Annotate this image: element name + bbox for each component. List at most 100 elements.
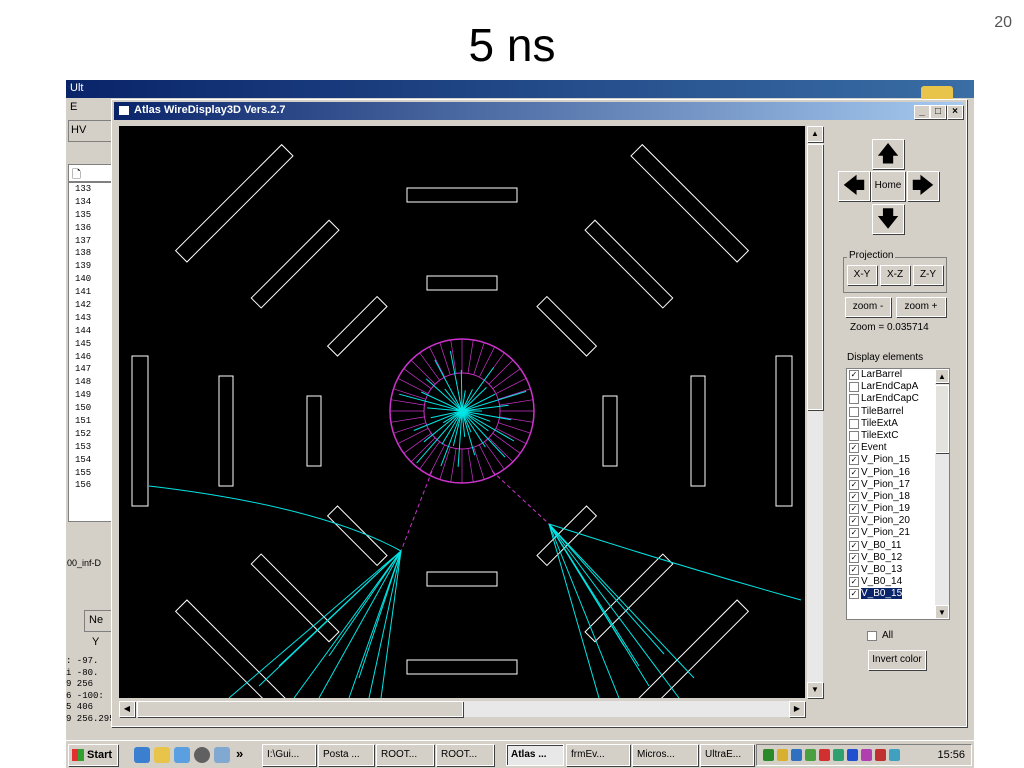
taskbar-task-button[interactable]: ROOT... — [436, 744, 494, 766]
maximize-button[interactable]: □ — [930, 105, 946, 119]
display-element-checkbox[interactable]: ✓ — [849, 516, 859, 527]
horizontal-scrollbar[interactable]: ◀ ▶ — [119, 701, 805, 717]
pan-up-arrow-icon[interactable]: 🡅 — [872, 139, 904, 169]
display-element-item[interactable]: ✓ V_Pion_18 — [847, 491, 949, 503]
display-element-item[interactable]: TileExtC — [847, 430, 949, 442]
projection-xy-button[interactable]: X-Y — [847, 265, 877, 285]
taskbar-task-button[interactable]: frmEv... — [566, 744, 630, 766]
vertical-scrollbar[interactable]: ▲ ▼ — [807, 126, 823, 698]
display-element-checkbox[interactable]: ✓ — [849, 443, 859, 454]
taskbar-task-button[interactable]: Atlas ... — [506, 744, 564, 766]
display-element-checkbox[interactable]: ✓ — [849, 491, 859, 502]
list-scroll-up-icon[interactable]: ▲ — [935, 369, 949, 383]
zoom-in-button[interactable]: zoom + — [896, 297, 946, 317]
media-icon[interactable] — [194, 747, 210, 763]
display-element-item[interactable]: TileExtA — [847, 418, 949, 430]
scroll-right-arrow-icon[interactable]: ▶ — [789, 701, 805, 717]
tray-network-icon[interactable] — [763, 749, 774, 761]
all-checkbox[interactable] — [867, 631, 877, 641]
display-elements-list[interactable]: ✓ LarBarrel LarEndCapA LarEndCapC TileBarrel… — [846, 368, 950, 620]
list-scrollbar[interactable]: ▲ ▼ — [935, 369, 949, 619]
horizontal-scroll-thumb[interactable] — [137, 701, 463, 717]
pan-down-arrow-icon[interactable]: 🡇 — [872, 204, 904, 234]
scroll-down-arrow-icon[interactable]: ▼ — [807, 682, 823, 698]
projection-xz-button[interactable]: X-Z — [880, 265, 910, 285]
background-app-menu[interactable]: E — [66, 100, 116, 116]
tray-app-icon[interactable] — [861, 749, 872, 761]
display-element-checkbox[interactable]: ✓ — [849, 455, 859, 466]
taskbar-task-button[interactable]: UltraE... — [700, 744, 754, 766]
display-element-checkbox[interactable]: ✓ — [849, 528, 859, 539]
close-button[interactable]: × — [947, 105, 963, 119]
tray-app-icon[interactable] — [791, 749, 802, 761]
folder-icon[interactable] — [154, 747, 170, 763]
taskbar-task-button[interactable]: I:\Gui... — [262, 744, 316, 766]
display-element-item[interactable]: ✓ Event — [847, 442, 949, 454]
display-element-checkbox[interactable] — [849, 430, 859, 441]
display-element-checkbox[interactable]: ✓ — [849, 552, 859, 563]
list-scroll-down-icon[interactable]: ▼ — [935, 605, 949, 619]
vertical-scroll-thumb[interactable] — [807, 144, 823, 410]
display-element-item[interactable]: ✓ V_Pion_15 — [847, 454, 949, 466]
document-icon[interactable]: 🗋 — [68, 164, 114, 182]
hv-button[interactable]: HV — [68, 120, 114, 142]
file-field: 00_inf-D — [67, 558, 102, 568]
tray-app-icon[interactable] — [805, 749, 816, 761]
taskbar-task-button[interactable]: Micros... — [632, 744, 698, 766]
scroll-left-arrow-icon[interactable]: ◀ — [119, 701, 135, 717]
taskbar-task-button[interactable]: ROOT... — [376, 744, 434, 766]
window-titlebar[interactable]: Atlas WireDisplay3D Vers.2.7 _ □ × — [114, 102, 964, 120]
invert-color-button[interactable]: Invert color — [868, 650, 926, 670]
display-element-item[interactable]: ✓ LarBarrel — [847, 369, 949, 381]
tray-app-icon[interactable] — [889, 749, 900, 761]
display-element-checkbox[interactable]: ✓ — [849, 565, 859, 575]
ie-icon[interactable] — [134, 747, 150, 763]
display-element-checkbox[interactable]: ✓ — [849, 577, 859, 588]
display-element-checkbox[interactable]: ✓ — [849, 504, 859, 515]
projection-zy-button[interactable]: Z-Y — [913, 265, 943, 285]
display-element-checkbox[interactable] — [849, 406, 859, 417]
list-scroll-thumb[interactable] — [935, 385, 949, 453]
tray-app-icon[interactable] — [819, 749, 830, 761]
start-button[interactable]: Start — [68, 744, 118, 766]
display-element-item[interactable]: ✓ V_Pion_19 — [847, 503, 949, 515]
more-icon[interactable]: » — [236, 746, 243, 761]
search-icon[interactable] — [214, 747, 230, 763]
tray-app-icon[interactable] — [875, 749, 886, 761]
outlook-icon[interactable] — [174, 747, 190, 763]
display-element-item[interactable]: ✓ V_B0_13 — [847, 564, 949, 576]
display-element-item[interactable]: LarEndCapC — [847, 393, 949, 405]
display-element-item[interactable]: TileBarrel — [847, 406, 949, 418]
scroll-up-arrow-icon[interactable]: ▲ — [807, 126, 823, 142]
display-element-item[interactable]: ✓ V_B0_11 — [847, 540, 949, 552]
display-element-item[interactable]: ✓ V_B0_15 — [847, 588, 949, 600]
display-element-item[interactable]: ✓ V_Pion_17 — [847, 479, 949, 491]
display-element-item[interactable]: ✓ V_Pion_16 — [847, 467, 949, 479]
display-element-checkbox[interactable] — [849, 418, 859, 429]
background-app-title[interactable]: Ult — [66, 80, 974, 98]
tray-app-icon[interactable] — [847, 749, 858, 761]
tray-speaker-icon[interactable] — [777, 749, 788, 761]
display-element-checkbox[interactable]: ✓ — [849, 479, 859, 490]
taskbar-task-button[interactable]: Posta ... — [318, 744, 374, 766]
pan-right-arrow-icon[interactable]: 🡆 — [907, 171, 939, 201]
display-element-item[interactable]: ✓ V_B0_14 — [847, 576, 949, 588]
display-element-checkbox[interactable]: ✓ — [849, 370, 859, 380]
tray-app-icon[interactable] — [833, 749, 844, 761]
display-element-checkbox[interactable]: ✓ — [849, 589, 859, 600]
display-element-item[interactable]: ✓ V_Pion_20 — [847, 515, 949, 527]
central-track — [434, 359, 463, 412]
display-element-item[interactable]: ✓ V_B0_12 — [847, 552, 949, 564]
display-element-checkbox[interactable] — [849, 382, 859, 393]
zoom-out-button[interactable]: zoom - — [845, 297, 891, 317]
display-element-item[interactable]: ✓ V_Pion_21 — [847, 527, 949, 539]
display-element-checkbox[interactable]: ✓ — [849, 540, 859, 551]
display-element-checkbox[interactable]: ✓ — [849, 467, 859, 478]
display-element-item[interactable]: LarEndCapA — [847, 381, 949, 393]
home-button[interactable]: Home — [871, 171, 905, 201]
pan-left-arrow-icon[interactable]: 🡄 — [838, 171, 870, 201]
display-element-checkbox[interactable] — [849, 394, 859, 405]
minimize-button[interactable]: _ — [914, 105, 930, 119]
event-display-canvas[interactable] — [119, 126, 805, 698]
line-number: 140 — [75, 274, 92, 285]
